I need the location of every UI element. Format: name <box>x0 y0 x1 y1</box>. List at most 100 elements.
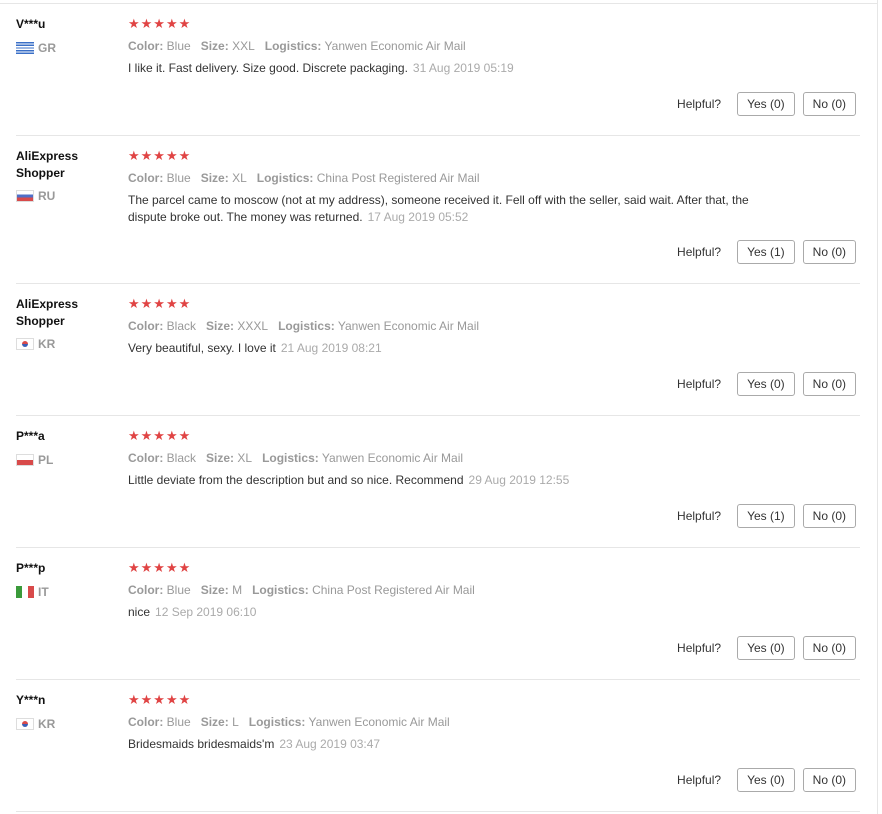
review-text: Bridesmaids bridesmaids'm 23 Aug 2019 03:… <box>128 736 788 753</box>
review-body: nice <box>128 605 151 619</box>
review-text: I like it. Fast delivery. Size good. Dis… <box>128 60 788 77</box>
review-date: 31 Aug 2019 05:19 <box>412 61 514 75</box>
country-code: KR <box>38 717 56 731</box>
review-body: Bridesmaids bridesmaids'm <box>128 737 275 751</box>
helpful-no-button[interactable]: No (0) <box>802 372 856 396</box>
review-text: The parcel came to moscow (not at my add… <box>128 192 788 226</box>
reviewer-country: RU <box>16 189 116 203</box>
review-text: Little deviate from the description but … <box>128 472 788 489</box>
review-item: P***a PL ★★★★★ Color: Black Size: XL Logis… <box>16 416 860 548</box>
reviewer-country: IT <box>16 585 116 599</box>
helpful-yes-button[interactable]: Yes (0) <box>737 768 795 792</box>
south-korea-flag-icon <box>16 717 34 730</box>
logistics-value: Yanwen Economic Air Mail <box>337 319 480 333</box>
reviewer-country: KR <box>16 717 116 731</box>
logistics-value: China Post Registered Air Mail <box>316 171 480 185</box>
country-code: IT <box>38 585 49 599</box>
helpful-controls: Helpful? Yes (0) No (0) <box>677 92 856 116</box>
logistics-label: Logistics: <box>278 319 335 333</box>
helpful-label: Helpful? <box>677 641 722 655</box>
color-label: Color: <box>128 171 164 185</box>
logistics-value: Yanwen Economic Air Mail <box>308 715 450 729</box>
scrollbar-track <box>877 0 878 814</box>
color-value: Blue <box>166 171 191 185</box>
size-label: Size: <box>206 451 235 465</box>
review-body: I like it. Fast delivery. Size good. Dis… <box>128 61 408 75</box>
reviewer-name: P***a <box>16 429 45 443</box>
helpful-label: Helpful? <box>677 377 722 391</box>
review-date: 23 Aug 2019 03:47 <box>279 737 381 751</box>
country-code: RU <box>38 189 56 203</box>
review-date: 17 Aug 2019 05:52 <box>367 210 469 224</box>
star-rating: ★★★★★ <box>128 692 192 707</box>
helpful-yes-button[interactable]: Yes (1) <box>737 504 795 528</box>
helpful-label: Helpful? <box>677 773 722 787</box>
helpful-no-button[interactable]: No (0) <box>802 504 856 528</box>
logistics-value: Yanwen Economic Air Mail <box>321 451 464 465</box>
size-value: XL <box>232 171 247 185</box>
reviewer-name: V***u <box>16 17 46 31</box>
order-attributes: Color: Blue Size: XXL Logistics: Yanwen Ec… <box>128 39 466 53</box>
star-rating: ★★★★★ <box>128 560 192 575</box>
color-label: Color: <box>128 319 164 333</box>
helpful-yes-button[interactable]: Yes (0) <box>737 372 795 396</box>
order-attributes: Color: Blue Size: XL Logistics: China Post… <box>128 171 480 185</box>
order-attributes: Color: Blue Size: M Logistics: China Post … <box>128 583 475 597</box>
helpful-controls: Helpful? Yes (1) No (0) <box>677 504 856 528</box>
south-korea-flag-icon <box>16 337 34 350</box>
helpful-controls: Helpful? Yes (0) No (0) <box>677 768 856 792</box>
country-code: GR <box>38 41 56 55</box>
review-item: V***u GR ★★★★★ Color: Blue Size: XXL Logis… <box>16 4 860 136</box>
helpful-label: Helpful? <box>677 509 722 523</box>
color-label: Color: <box>128 715 164 729</box>
helpful-yes-button[interactable]: Yes (0) <box>737 636 795 660</box>
order-attributes: Color: Blue Size: L Logistics: Yanwen Econ… <box>128 715 450 729</box>
review-item: P***p IT ★★★★★ Color: Blue Size: M Logisti… <box>16 548 860 680</box>
logistics-label: Logistics: <box>248 715 306 729</box>
review-item: AliExpress Shopper RU ★★★★★ Color: Blue S… <box>16 136 860 284</box>
size-label: Size: <box>200 171 229 185</box>
helpful-controls: Helpful? Yes (0) No (0) <box>677 372 856 396</box>
reviewer-country: KR <box>16 337 116 351</box>
size-label: Size: <box>200 39 229 53</box>
reviewer-country: GR <box>16 41 116 55</box>
greece-flag-icon <box>16 41 34 54</box>
color-value: Blue <box>166 715 191 729</box>
size-value: M <box>232 583 243 597</box>
russia-flag-icon <box>16 189 34 202</box>
color-label: Color: <box>128 39 164 53</box>
country-code: PL <box>38 453 54 467</box>
order-attributes: Color: Black Size: XL Logistics: Yanwen Ec… <box>128 451 463 465</box>
helpful-yes-button[interactable]: Yes (1) <box>737 240 795 264</box>
logistics-value: Yanwen Economic Air Mail <box>324 39 466 53</box>
helpful-no-button[interactable]: No (0) <box>802 92 856 116</box>
review-text: nice 12 Sep 2019 06:10 <box>128 604 788 621</box>
helpful-label: Helpful? <box>677 97 722 111</box>
size-value: L <box>232 715 239 729</box>
size-label: Size: <box>200 715 229 729</box>
helpful-no-button[interactable]: No (0) <box>802 768 856 792</box>
review-item: AliExpress Shopper KR ★★★★★ Color: Black… <box>16 284 860 416</box>
helpful-no-button[interactable]: No (0) <box>802 240 856 264</box>
helpful-no-button[interactable]: No (0) <box>802 636 856 660</box>
order-attributes: Color: Black Size: XXXL Logistics: Yanwen … <box>128 319 479 333</box>
reviewer-country: PL <box>16 453 116 467</box>
review-date: 21 Aug 2019 08:21 <box>280 341 382 355</box>
country-code: KR <box>38 337 56 351</box>
reviewer-name: AliExpress Shopper <box>16 149 79 180</box>
color-value: Blue <box>166 583 191 597</box>
size-value: XXL <box>232 39 255 53</box>
review-date: 12 Sep 2019 06:10 <box>155 605 257 619</box>
size-label: Size: <box>200 583 229 597</box>
review-date: 29 Aug 2019 12:55 <box>468 473 570 487</box>
color-value: Blue <box>166 39 191 53</box>
helpful-yes-button[interactable]: Yes (0) <box>737 92 795 116</box>
reviewer-name: Y***n <box>16 693 46 707</box>
star-rating: ★★★★★ <box>128 16 192 31</box>
review-item: Y***n KR ★★★★★ Color: Blue Size: L Logisti… <box>16 680 860 812</box>
size-value: XL <box>237 451 253 465</box>
helpful-controls: Helpful? Yes (0) No (0) <box>677 636 856 660</box>
logistics-label: Logistics: <box>262 451 319 465</box>
star-rating: ★★★★★ <box>128 296 192 311</box>
review-body: Very beautiful, sexy. I love it <box>128 341 276 355</box>
